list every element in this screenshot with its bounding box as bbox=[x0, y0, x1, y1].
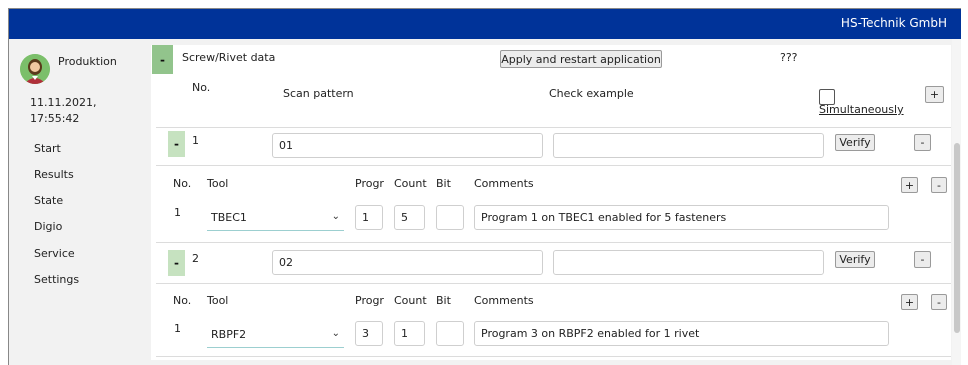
tool-column-comments: Comments bbox=[474, 177, 534, 190]
comments-input[interactable]: Program 3 on RBPF2 enabled for 1 rivet bbox=[474, 321, 889, 346]
check-example-input[interactable] bbox=[553, 250, 824, 275]
tool-select[interactable]: TBEC1 ⌄ bbox=[207, 205, 344, 231]
tool-column-tool: Tool bbox=[207, 294, 229, 307]
add-tool-button[interactable]: + bbox=[901, 294, 918, 310]
scrollbar-thumb[interactable] bbox=[954, 143, 960, 333]
divider bbox=[156, 283, 951, 284]
top-bar: HS-Technik GmbH bbox=[9, 9, 961, 39]
entry-number: 1 bbox=[192, 134, 199, 147]
tool-column-no: No. bbox=[173, 177, 192, 190]
entry-collapse-toggle[interactable]: - bbox=[168, 131, 185, 157]
bit-input[interactable] bbox=[436, 205, 464, 230]
divider bbox=[156, 356, 951, 357]
tool-column-count: Count bbox=[394, 294, 427, 307]
scan-pattern-input[interactable]: 01 bbox=[272, 133, 543, 158]
progr-input[interactable]: 1 bbox=[355, 205, 383, 230]
column-no: No. bbox=[192, 81, 211, 94]
nav-item-results[interactable]: Results bbox=[34, 168, 74, 181]
count-input[interactable]: 5 bbox=[394, 205, 425, 230]
apply-restart-button[interactable]: Apply and restart application bbox=[500, 50, 662, 68]
remove-entry-button[interactable]: - bbox=[914, 251, 931, 268]
panel-collapse-toggle[interactable]: - bbox=[152, 45, 173, 74]
remove-tool-button[interactable]: - bbox=[931, 294, 947, 310]
entry-number: 2 bbox=[192, 252, 199, 265]
chevron-down-icon: ⌄ bbox=[331, 328, 340, 339]
verify-button[interactable]: Verify bbox=[835, 251, 875, 268]
remove-entry-button[interactable]: - bbox=[914, 134, 931, 151]
tool-column-progr: Progr bbox=[355, 294, 384, 307]
tool-column-progr: Progr bbox=[355, 177, 384, 190]
nav-item-digio[interactable]: Digio bbox=[34, 220, 62, 233]
divider bbox=[156, 242, 951, 243]
remove-tool-button[interactable]: - bbox=[931, 177, 947, 193]
count-input[interactable]: 1 bbox=[394, 321, 425, 346]
divider bbox=[156, 165, 951, 166]
panel-title: Screw/Rivet data bbox=[182, 51, 276, 64]
entry-collapse-toggle[interactable]: - bbox=[168, 250, 185, 276]
tool-column-comments: Comments bbox=[474, 294, 534, 307]
vertical-scrollbar[interactable] bbox=[952, 39, 961, 365]
user-name: Produktion bbox=[58, 55, 117, 68]
divider bbox=[156, 127, 951, 128]
tool-select[interactable]: RBPF2 ⌄ bbox=[207, 322, 344, 348]
comments-input[interactable]: Program 1 on TBEC1 enabled for 5 fastene… bbox=[474, 205, 889, 230]
tool-row-number: 1 bbox=[174, 206, 181, 219]
tool-select-value: RBPF2 bbox=[211, 328, 247, 341]
scan-pattern-input[interactable]: 02 bbox=[272, 250, 543, 275]
tool-select-value: TBEC1 bbox=[211, 211, 247, 224]
bit-input[interactable] bbox=[436, 321, 464, 346]
nav-item-state[interactable]: State bbox=[34, 194, 63, 207]
column-scan-pattern: Scan pattern bbox=[283, 87, 354, 100]
unknown-label: ??? bbox=[780, 51, 798, 64]
sidebar: Produktion 11.11.2021, 17:55:42 Start Re… bbox=[9, 39, 146, 365]
verify-button[interactable]: Verify bbox=[835, 134, 875, 151]
add-tool-button[interactable]: + bbox=[901, 177, 918, 193]
tool-column-count: Count bbox=[394, 177, 427, 190]
check-example-input[interactable] bbox=[553, 133, 824, 158]
add-entry-button[interactable]: + bbox=[925, 86, 944, 103]
simultaneously-label: Simultaneously bbox=[819, 103, 904, 116]
progr-input[interactable]: 3 bbox=[355, 321, 383, 346]
company-name: HS-Technik GmbH bbox=[840, 16, 947, 30]
chevron-down-icon: ⌄ bbox=[331, 211, 340, 222]
tool-column-no: No. bbox=[173, 294, 192, 307]
tool-column-tool: Tool bbox=[207, 177, 229, 190]
user-avatar-icon bbox=[20, 54, 50, 84]
nav-item-service[interactable]: Service bbox=[34, 247, 75, 260]
tool-column-bit: Bit bbox=[436, 294, 451, 307]
tool-row-number: 1 bbox=[174, 322, 181, 335]
nav-item-start[interactable]: Start bbox=[34, 142, 61, 155]
column-check-example: Check example bbox=[549, 87, 634, 100]
tool-column-bit: Bit bbox=[436, 177, 451, 190]
current-datetime: 11.11.2021, 17:55:42 bbox=[30, 96, 97, 125]
screw-rivet-panel: - Screw/Rivet data Apply and restart app… bbox=[151, 45, 951, 360]
nav-item-settings[interactable]: Settings bbox=[34, 273, 79, 286]
